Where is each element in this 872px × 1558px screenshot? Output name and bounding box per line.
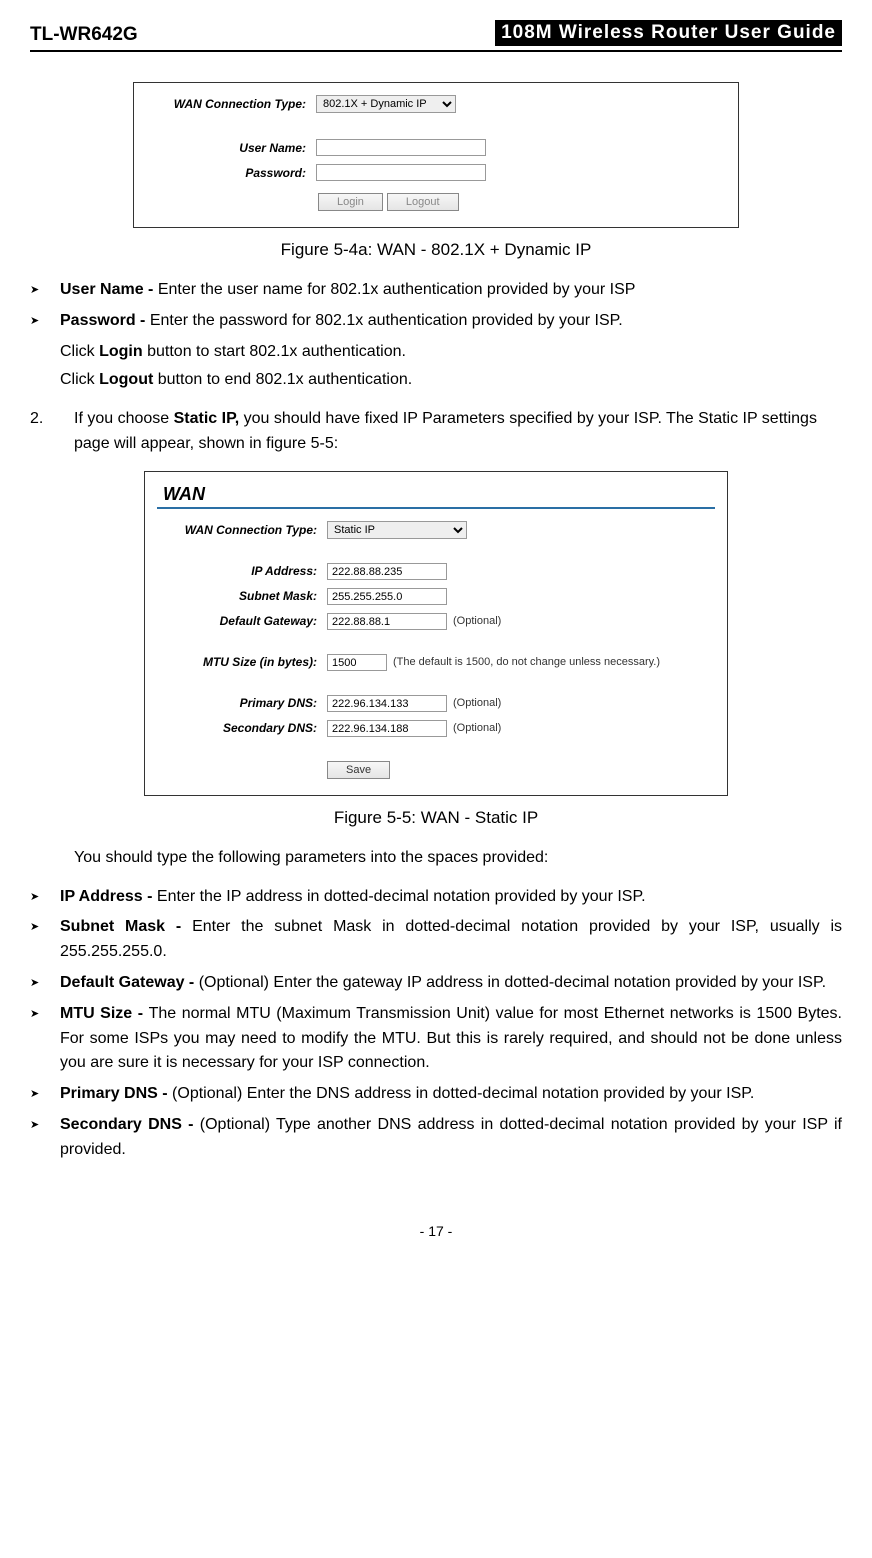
ip-input[interactable]: 222.88.88.235 [327, 563, 447, 580]
conn-type-select[interactable]: 802.1X + Dynamic IP [316, 95, 456, 113]
sdns-optional: (Optional) [453, 722, 501, 734]
figure-5-5-caption: Figure 5-5: WAN - Static IP [30, 808, 842, 828]
bullet-icon: ➤ [30, 309, 60, 334]
step-number: 2. [30, 407, 74, 457]
conn-type-label: WAN Connection Type: [146, 97, 316, 111]
username-input[interactable] [316, 139, 486, 156]
subnet-label: Subnet Mask: [157, 589, 327, 603]
wan-rule [157, 507, 715, 509]
conn-type-select[interactable]: Static IP [327, 521, 467, 539]
password-label: Password: [146, 166, 316, 180]
gateway-input[interactable]: 222.88.88.1 [327, 613, 447, 630]
bullet-icon: ➤ [30, 971, 60, 996]
username-label: User Name: [146, 141, 316, 155]
logout-button[interactable]: Logout [387, 193, 459, 211]
bullet-icon: ➤ [30, 1082, 60, 1107]
model-name: TL-WR642G [30, 24, 138, 46]
mtu-input[interactable]: 1500 [327, 654, 387, 671]
bullet-icon: ➤ [30, 885, 60, 910]
subnet-input[interactable]: 255.255.255.0 [327, 588, 447, 605]
bullet-icon: ➤ [30, 915, 60, 965]
mtu-label: MTU Size (in bytes): [157, 655, 327, 669]
ip-label: IP Address: [157, 564, 327, 578]
figure-5-4a-caption: Figure 5-4a: WAN - 802.1X + Dynamic IP [30, 240, 842, 260]
figure-5-5: WAN WAN Connection Type: Static IP IP Ad… [144, 471, 728, 796]
page-header: TL-WR642G 108M Wireless Router User Guid… [30, 20, 842, 52]
gateway-label: Default Gateway: [157, 614, 327, 628]
figure-5-4a: WAN Connection Type: 802.1X + Dynamic IP… [133, 82, 739, 228]
page-number: - 17 - [30, 1223, 842, 1239]
intro-params: You should type the following parameters… [74, 846, 842, 871]
pdns-label: Primary DNS: [157, 696, 327, 710]
bullet-icon: ➤ [30, 1113, 60, 1163]
click-login-line: Click Login button to start 802.1x authe… [60, 340, 842, 365]
sdns-input[interactable]: 222.96.134.188 [327, 720, 447, 737]
sdns-label: Secondary DNS: [157, 721, 327, 735]
pdns-input[interactable]: 222.96.134.133 [327, 695, 447, 712]
pdns-optional: (Optional) [453, 697, 501, 709]
login-button[interactable]: Login [318, 193, 383, 211]
gateway-optional: (Optional) [453, 615, 501, 627]
conn-type-label: WAN Connection Type: [157, 523, 327, 537]
step-2: 2. If you choose Static IP, you should h… [30, 407, 842, 457]
bullets-static-ip: ➤ IP Address - Enter the IP address in d… [30, 885, 842, 1163]
wan-heading: WAN [157, 480, 715, 507]
bullet-icon: ➤ [30, 278, 60, 303]
password-input[interactable] [316, 164, 486, 181]
click-logout-line: Click Logout button to end 802.1x authen… [60, 368, 842, 393]
guide-title: 108M Wireless Router User Guide [495, 20, 842, 46]
mtu-note: (The default is 1500, do not change unle… [393, 656, 660, 668]
bullets-auth: ➤ User Name - Enter the user name for 80… [30, 278, 842, 334]
bullet-icon: ➤ [30, 1002, 60, 1076]
save-button[interactable]: Save [327, 761, 390, 779]
